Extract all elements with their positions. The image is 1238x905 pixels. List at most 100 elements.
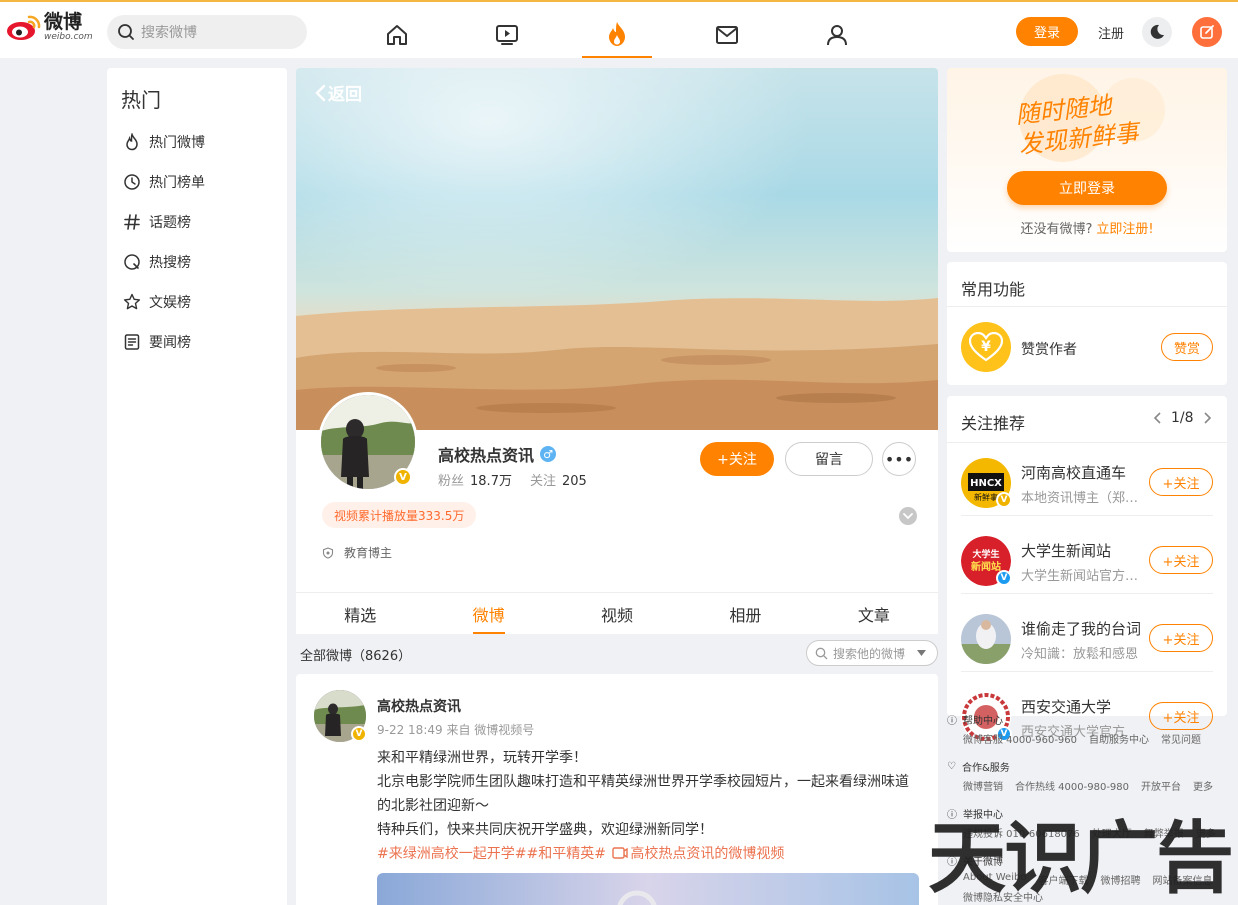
follow-button[interactable]: +关注 — [1149, 624, 1213, 652]
svg-text:新闻站: 新闻站 — [971, 560, 1001, 573]
profile-search-input[interactable]: 搜索他的微博 — [806, 640, 938, 666]
recommend-item[interactable]: HNCX 新鲜事 V 河南高校直通车 本地资讯博主（郑州） +关注 — [961, 450, 1213, 516]
logo-en: weibo.com — [44, 31, 93, 42]
nav-hot[interactable] — [582, 12, 652, 58]
footer-link[interactable]: 合作热线 4000-980-980 — [1015, 778, 1129, 793]
rec-avatar[interactable] — [961, 614, 1011, 664]
svg-text:HNCX: HNCX — [970, 478, 1002, 489]
hashtag-links[interactable]: #来绿洲高校一起开学##和平精英# — [377, 846, 610, 862]
recommend-item[interactable]: 大学生 新闻站 V 大学生新闻站 大学生新闻站官方微博 +关注 — [961, 528, 1213, 594]
recommend-item[interactable]: 谁偷走了我的台词 冷知識：放鬆和感恩 +关注 — [961, 606, 1213, 672]
fans-count[interactable]: 18.7万 — [470, 474, 512, 489]
footer-link[interactable]: 微博营销 — [963, 778, 1003, 793]
identity-tag: 教育博主 — [322, 544, 392, 561]
search-input[interactable]: 搜索微博 — [107, 15, 307, 49]
home-icon — [387, 25, 407, 45]
reward-button[interactable]: 赞赏 — [1161, 333, 1213, 361]
video-link-label: 高校热点资讯的微博视频 — [630, 846, 785, 862]
message-button[interactable]: 留言 — [785, 442, 873, 476]
footer-link[interactable]: 开放平台 — [1141, 778, 1181, 793]
nav-home[interactable] — [362, 12, 432, 58]
expand-button[interactable] — [899, 507, 917, 525]
tab-articles[interactable]: 文章 — [810, 593, 938, 634]
profile-tabs: 精选 微博 视频 相册 文章 — [296, 592, 938, 634]
video-thumbnail-image — [377, 873, 919, 905]
sidebar-item-hot-search[interactable]: 热搜榜 — [123, 250, 191, 274]
follow-button[interactable]: +关注 — [700, 442, 774, 476]
caret-down-icon — [917, 650, 927, 656]
left-sidebar: 热门 热门微博 热门榜单 话题榜 热搜榜 文娱榜 要闻榜 — [107, 68, 287, 905]
footer-title: 帮助中心 — [963, 716, 1003, 727]
sidebar-item-label: 话题榜 — [149, 215, 191, 231]
post-video-thumbnail[interactable] — [377, 873, 919, 905]
dark-mode-toggle[interactable] — [1142, 17, 1172, 47]
reward-author-label[interactable]: 赞赏作者 — [1021, 339, 1077, 359]
all-posts-count[interactable]: 全部微博（8626） — [300, 645, 411, 664]
footer-coop: ♡ 合作&服务 微博营销 合作热线 4000-980-980 开放平台 更多 — [947, 759, 1225, 793]
post-card: V 高校热点资讯 9-22 18:49 来自 微博视频号 来和平精绿洲世界，玩转… — [296, 674, 938, 905]
chevron-left-icon[interactable] — [1153, 411, 1163, 425]
beach-banner-image — [296, 68, 938, 430]
chevron-right-icon[interactable] — [1202, 411, 1212, 425]
back-button[interactable]: 返回 — [314, 80, 362, 105]
weibo-eye-icon — [7, 15, 41, 40]
tab-featured[interactable]: 精选 — [296, 593, 424, 634]
profile-card: V 高校热点资讯 ♂ 粉丝 18.7万 关注 205 +关注 留言 ••• 视频累计播… — [296, 392, 938, 592]
pager-count: 1/8 — [1171, 410, 1194, 426]
follow-button[interactable]: +关注 — [1149, 468, 1213, 496]
post-line: 特种兵们，快来共同庆祝开学盛典，欢迎绿洲新同学！ — [377, 822, 713, 838]
tab-video[interactable]: 视频 — [553, 593, 681, 634]
post-tags: #来绿洲高校一起开学##和平精英# 高校热点资讯的微博视频 — [377, 842, 922, 866]
register-prompt: 还没有微博? 立即注册! — [947, 218, 1227, 237]
compose-icon — [1200, 25, 1214, 39]
login-now-button[interactable]: 立即登录 — [1007, 171, 1167, 205]
follow-button[interactable]: +关注 — [1149, 546, 1213, 574]
feed-filter-bar: 全部微博（8626） 搜索他的微博 — [296, 634, 938, 674]
logo-cn: 微博 — [44, 10, 83, 33]
nav-messages[interactable] — [692, 12, 762, 58]
sidebar-item-label: 要闻榜 — [149, 335, 191, 351]
sidebar-item-news[interactable]: 要闻榜 — [123, 330, 191, 354]
follow-label[interactable]: 关注 — [530, 474, 556, 489]
footer-link[interactable]: 自助服务中心 — [1089, 731, 1149, 746]
no-account-text: 还没有微博? — [1020, 222, 1093, 237]
search-placeholder: 搜索微博 — [141, 25, 197, 41]
sidebar-item-hot-weibo[interactable]: 热门微博 — [123, 130, 205, 154]
rec-name[interactable]: 谁偷走了我的台词 — [1021, 618, 1145, 639]
post-author[interactable]: 高校热点资讯 — [377, 696, 461, 716]
video-link[interactable]: 高校热点资讯的微博视频 — [610, 846, 784, 862]
tab-album[interactable]: 相册 — [681, 593, 809, 634]
nav-profile[interactable] — [802, 12, 872, 58]
sidebar-item-label: 文娱榜 — [149, 295, 191, 311]
shield-icon — [322, 546, 334, 559]
profile-icon — [827, 25, 847, 46]
sidebar-item-entertainment[interactable]: 文娱榜 — [123, 290, 191, 314]
video-link-icon — [612, 847, 629, 859]
compose-button[interactable] — [1192, 17, 1222, 47]
tab-weibo[interactable]: 微博 — [424, 593, 552, 634]
rec-name[interactable]: 大学生新闻站 — [1021, 540, 1145, 561]
sidebar-item-label: 热门榜单 — [149, 175, 205, 191]
login-button[interactable]: 登录 — [1016, 17, 1078, 46]
sidebar-item-hot-list[interactable]: 热门榜单 — [123, 170, 205, 194]
footer-link[interactable]: 更多 — [1193, 778, 1213, 793]
rec-name[interactable]: 河南高校直通车 — [1021, 462, 1145, 483]
follow-count[interactable]: 205 — [562, 474, 587, 489]
footer-title: 合作&服务 — [961, 763, 1010, 774]
identity-label: 教育博主 — [344, 546, 393, 560]
fans-label[interactable]: 粉丝 — [438, 474, 464, 489]
footer-link[interactable]: 微博客服 4000-960-960 — [963, 731, 1077, 746]
footer-link[interactable]: 常见问题 — [1161, 731, 1201, 746]
register-link[interactable]: 注册 — [1098, 23, 1124, 42]
chevron-left-icon — [315, 84, 326, 101]
more-options-button[interactable]: ••• — [882, 442, 916, 476]
divider — [947, 306, 1227, 307]
weibo-logo[interactable]: 微博 weibo.com — [6, 12, 93, 42]
nav-video[interactable] — [472, 12, 542, 58]
post-meta[interactable]: 9-22 18:49 来自 微博视频号 — [377, 721, 534, 738]
register-now-link[interactable]: 立即注册! — [1096, 222, 1153, 237]
search-icon — [815, 647, 828, 659]
photo-avatar-image — [961, 614, 1011, 664]
sidebar-item-topics[interactable]: 话题榜 — [123, 210, 191, 234]
yen-sign: ¥ — [981, 339, 991, 355]
